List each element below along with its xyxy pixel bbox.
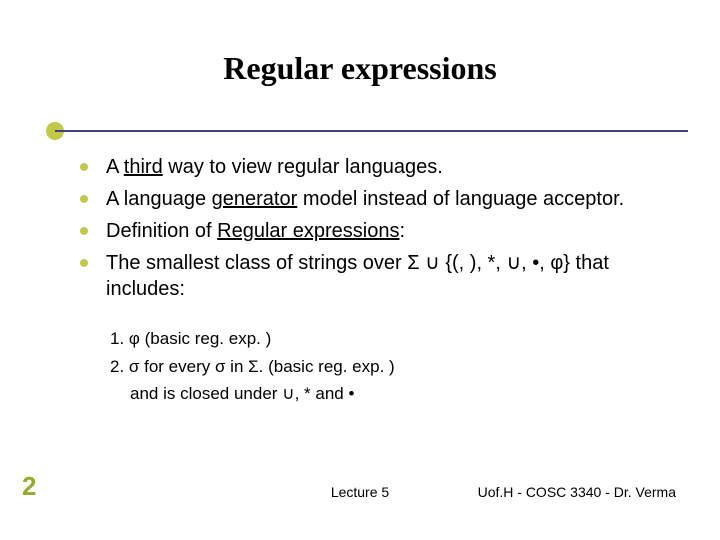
- slide-title: Regular expressions: [0, 50, 720, 87]
- bullet-icon: [80, 259, 88, 267]
- bullet-item: A language generator model instead of la…: [80, 186, 680, 212]
- sub-item: 1. φ (basic reg. exp. ): [110, 326, 680, 352]
- horizontal-rule: [55, 130, 688, 132]
- sub-list: 1. φ (basic reg. exp. ) 2. σ for every σ…: [110, 326, 680, 409]
- bullet-icon: [80, 163, 88, 171]
- bullet-list: A third way to view regular languages. A…: [80, 154, 680, 308]
- bullet-icon: [80, 227, 88, 235]
- bullet-item: A third way to view regular languages.: [80, 154, 680, 180]
- sub-item: and is closed under ∪, * and •: [110, 381, 680, 407]
- bullet-icon: [80, 195, 88, 203]
- footer-right: Uof.H - COSC 3340 - Dr. Verma: [478, 484, 676, 500]
- bullet-text: The smallest class of strings over Σ ∪ {…: [106, 250, 680, 302]
- bullet-item: Definition of Regular expressions:: [80, 218, 680, 244]
- bullet-text: A language generator model instead of la…: [106, 186, 624, 212]
- bullet-text: Definition of Regular expressions:: [106, 218, 405, 244]
- bullet-item: The smallest class of strings over Σ ∪ {…: [80, 250, 680, 302]
- bullet-text: A third way to view regular languages.: [106, 154, 443, 180]
- sub-item: 2. σ for every σ in Σ. (basic reg. exp. …: [110, 354, 680, 380]
